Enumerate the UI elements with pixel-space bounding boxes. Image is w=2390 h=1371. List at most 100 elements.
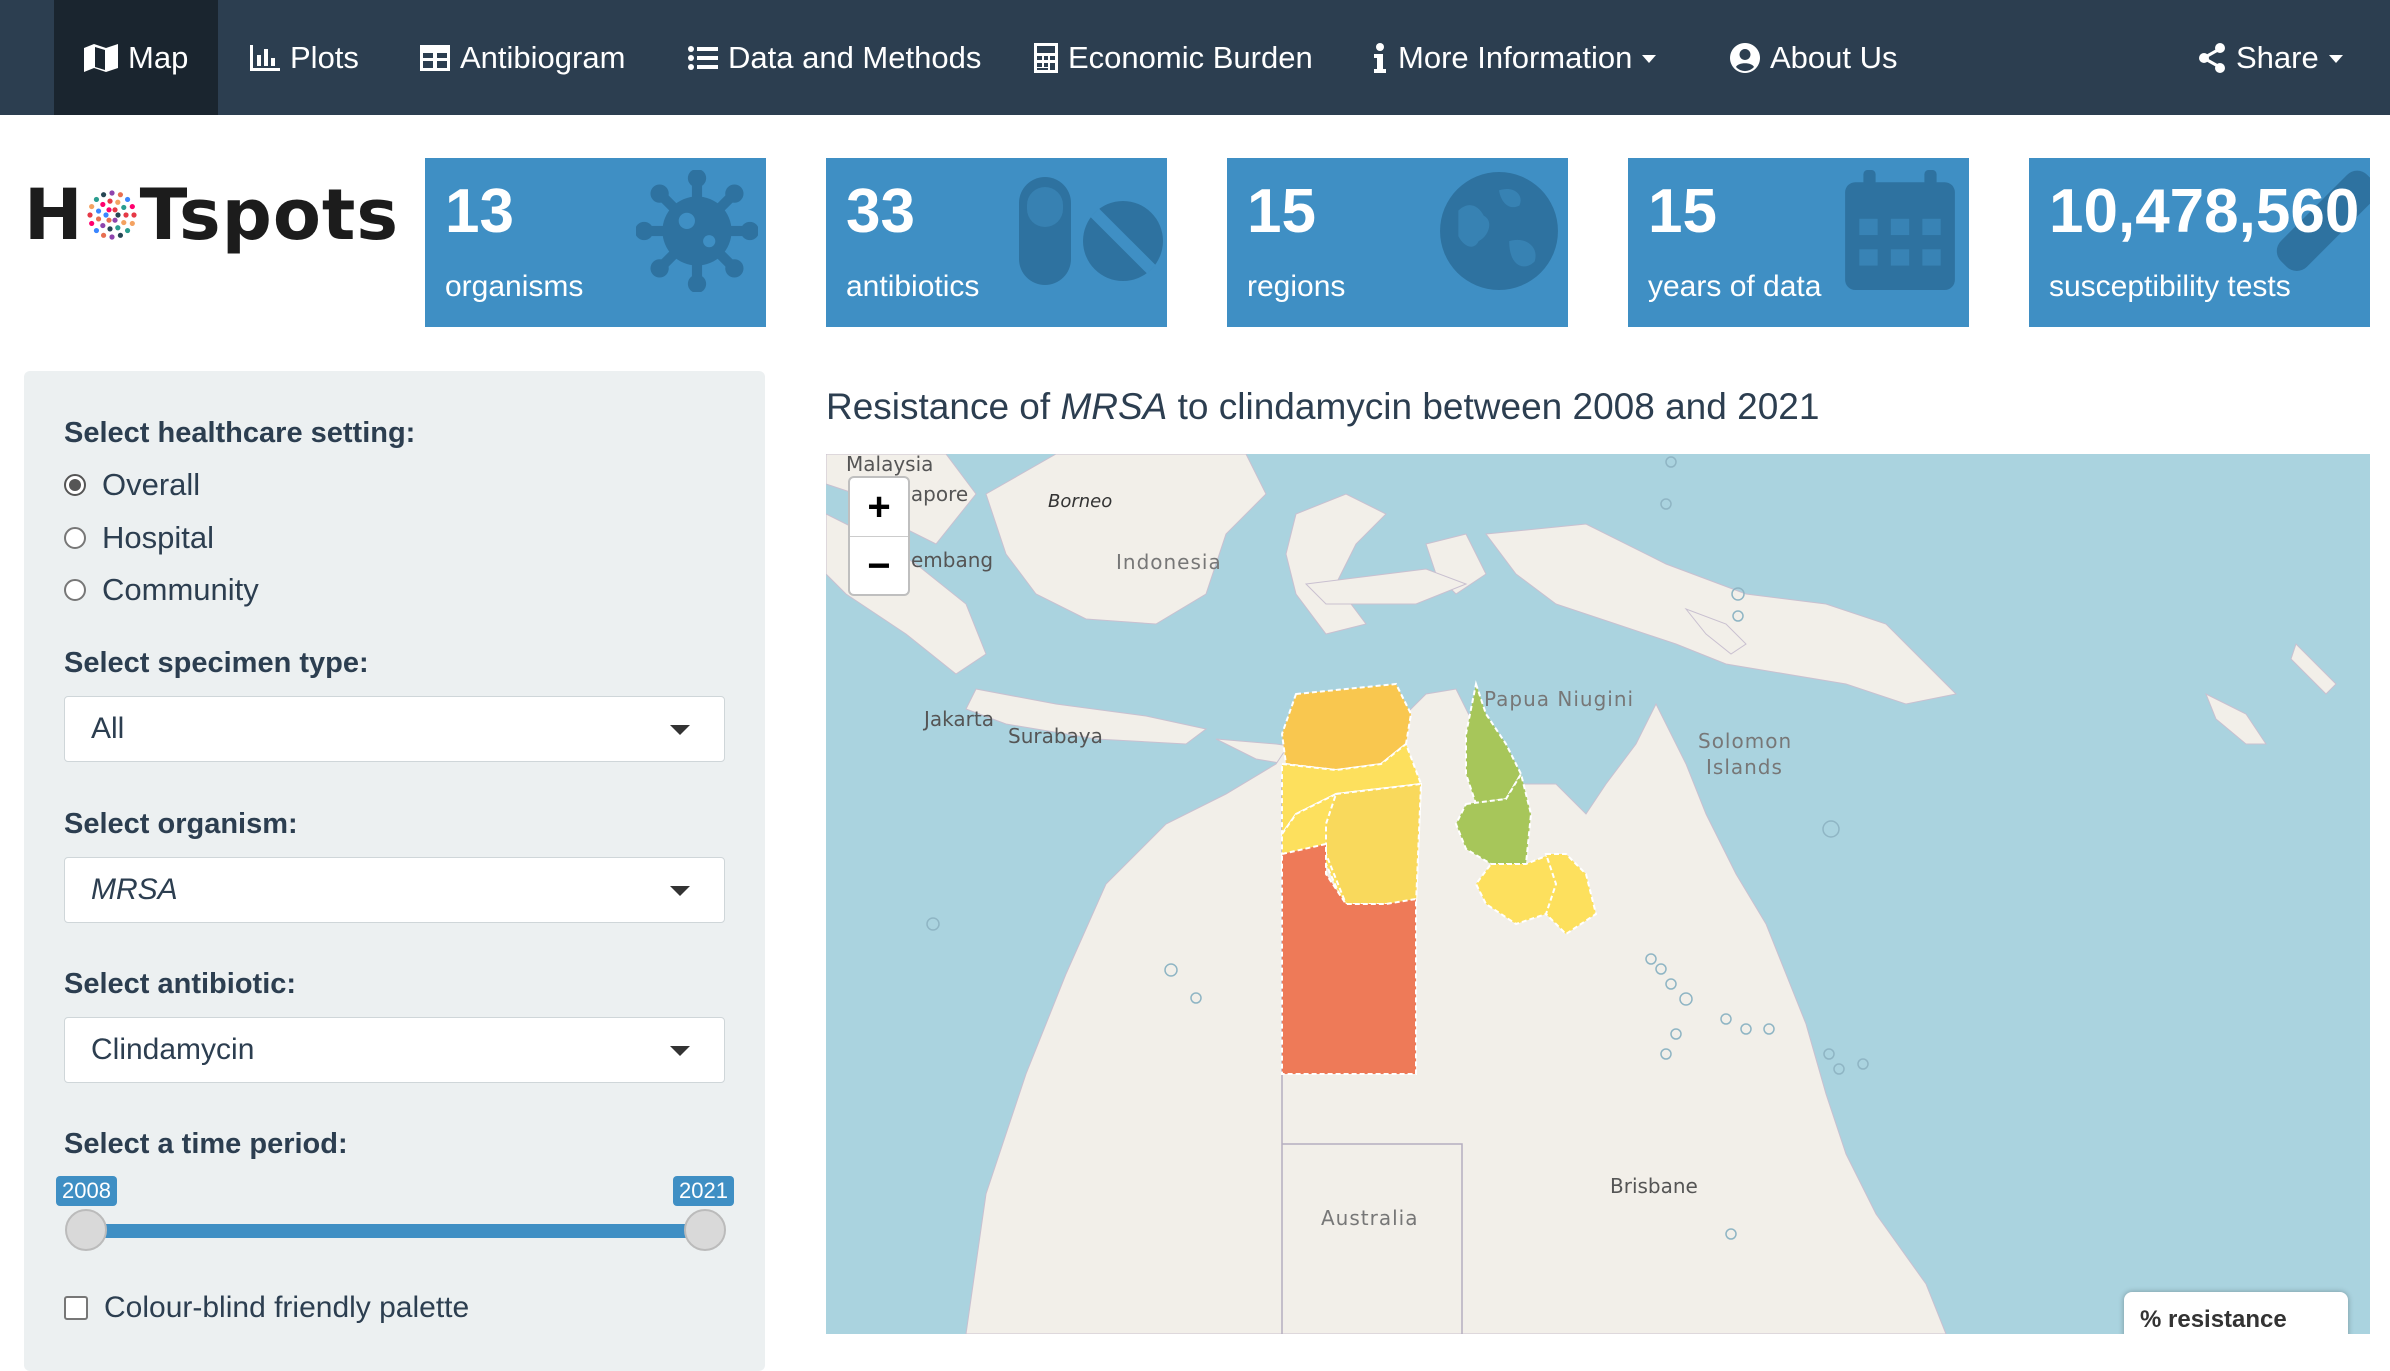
chevron-down-icon	[670, 1046, 690, 1056]
table-icon	[420, 44, 450, 71]
colourblind-label: Colour-blind friendly palette	[104, 1291, 470, 1324]
time-period-slider-track[interactable]	[86, 1224, 706, 1238]
nav-antibiogram-label: Antibiogram	[460, 39, 626, 75]
logo-dot	[102, 212, 109, 218]
logo-dot	[111, 207, 118, 213]
radio-overall[interactable]: Overall	[64, 467, 200, 503]
antibiotic-label: Select antibiotic:	[64, 968, 297, 1000]
share-icon	[2199, 42, 2225, 73]
logo-dot	[100, 192, 106, 198]
logo-dot	[117, 232, 123, 238]
colourblind-checkbox[interactable]	[64, 1296, 88, 1320]
place-label-indonesia: Indonesia	[1116, 550, 1222, 574]
slider-handle-max[interactable]	[684, 1209, 726, 1251]
logo-dot	[129, 203, 135, 210]
map-zoom-control: + −	[848, 476, 910, 596]
slider-handle-min[interactable]	[65, 1209, 107, 1251]
logo-dot	[99, 222, 106, 229]
place-label-islands: Islands	[1706, 755, 1783, 779]
logo-dot	[105, 207, 112, 213]
radio-button[interactable]	[64, 474, 86, 496]
chevron-down-icon	[1642, 55, 1657, 63]
healthcare-setting-label: Select healthcare setting:	[64, 417, 416, 449]
tests-label: susceptibility tests	[2049, 270, 2291, 303]
logo-dot	[122, 212, 129, 218]
pills-icon	[1019, 177, 1163, 285]
logo-dot	[124, 196, 130, 203]
chevron-down-icon	[670, 886, 690, 896]
antibiotic-select[interactable]: Clindamycin	[64, 1017, 725, 1083]
nav-more-information[interactable]: More Information	[1372, 0, 1657, 115]
logo-dot	[99, 201, 106, 208]
radio-hospital-label: Hospital	[102, 520, 214, 555]
share-button[interactable]: Share	[2198, 0, 2343, 115]
organism-select[interactable]: MRSA	[64, 857, 725, 923]
nav-about-us-label: About Us	[1770, 39, 1898, 75]
antibiotic-value: Clindamycin	[91, 1033, 255, 1066]
nav-data-methods[interactable]: Data and Methods	[688, 0, 981, 115]
nav-economic-burden[interactable]: Economic Burden	[1034, 0, 1313, 115]
value-box-tests: 10,478,560 susceptibility tests	[2029, 158, 2370, 327]
nav-about-us[interactable]: About Us	[1730, 0, 1898, 115]
user-circle-icon	[1730, 42, 1760, 73]
logo-dots-icon	[86, 190, 137, 240]
logo-dot	[111, 217, 118, 223]
logo-dot	[95, 208, 101, 214]
value-box-organisms: 13 organisms	[425, 158, 766, 327]
logo-dot	[107, 226, 113, 232]
radio-button[interactable]	[64, 579, 86, 601]
logo-dot	[130, 212, 137, 218]
map-legend: % resistance	[2124, 1292, 2348, 1334]
radio-community[interactable]: Community	[64, 572, 259, 608]
logo-dot	[108, 190, 115, 196]
logo-dot	[114, 212, 121, 218]
map-basemap	[826, 454, 2337, 1334]
specimen-type-label: Select specimen type:	[64, 647, 369, 679]
nav-antibiogram[interactable]: Antibiogram	[420, 0, 625, 115]
colourblind-option[interactable]: Colour-blind friendly palette	[64, 1291, 469, 1325]
logo-dot	[117, 192, 123, 198]
value-box-antibiotics: 33 antibiotics	[826, 158, 1167, 327]
time-period-label: Select a time period:	[64, 1128, 348, 1160]
hotspots-logo: H Tspots	[24, 170, 399, 260]
slider-max-badge: 2021	[673, 1176, 734, 1206]
list-icon	[688, 45, 718, 70]
logo-dot	[93, 196, 99, 203]
years-count: 15	[1648, 177, 1717, 246]
nav-map[interactable]: Map	[54, 0, 218, 115]
map-title-suffix: to clindamycin between 2008 and 2021	[1167, 386, 1820, 427]
value-box-regions: 15 regions	[1227, 158, 1568, 327]
slider-min-badge: 2008	[56, 1176, 117, 1206]
nav-data-methods-label: Data and Methods	[728, 39, 982, 75]
bar-chart-icon	[250, 44, 280, 71]
radio-hospital[interactable]: Hospital	[64, 520, 214, 556]
map-title-prefix: Resistance of	[826, 386, 1061, 427]
logo-dot	[107, 198, 113, 204]
regions-label: regions	[1247, 270, 1346, 303]
calendar-icon	[1845, 170, 1955, 290]
legend-title: % resistance	[2140, 1306, 2287, 1333]
nav-economic-burden-label: Economic Burden	[1068, 39, 1313, 75]
chevron-down-icon	[2328, 55, 2343, 63]
globe-icon	[1440, 172, 1558, 290]
virus-icon	[636, 170, 758, 292]
zoom-out-button[interactable]: −	[850, 537, 908, 595]
resistance-map[interactable]: Malaysia ingapore tra Borneo Palembang I…	[826, 454, 2370, 1334]
zoom-in-button[interactable]: +	[850, 478, 908, 537]
organism-value: MRSA	[91, 873, 178, 906]
logo-dot	[120, 204, 126, 211]
filter-sidebar: Select healthcare setting: Overall Hospi…	[24, 371, 765, 1371]
logo-dot	[100, 232, 106, 238]
specimen-type-select[interactable]: All	[64, 696, 725, 762]
nav-plots-label: Plots	[290, 39, 359, 75]
place-label-solomon: Solomon	[1698, 729, 1793, 753]
place-label-jakarta: Jakarta	[924, 707, 994, 731]
radio-button[interactable]	[64, 527, 86, 549]
organisms-label: organisms	[445, 270, 584, 303]
calculator-icon	[1034, 42, 1058, 73]
nav-more-information-label: More Information	[1398, 39, 1633, 75]
nav-plots[interactable]: Plots	[250, 0, 359, 115]
logo-text-right: Tspots	[139, 174, 400, 256]
map-title: Resistance of MRSA to clindamycin betwee…	[826, 386, 1819, 428]
value-box-years: 15 years of data	[1628, 158, 1969, 327]
